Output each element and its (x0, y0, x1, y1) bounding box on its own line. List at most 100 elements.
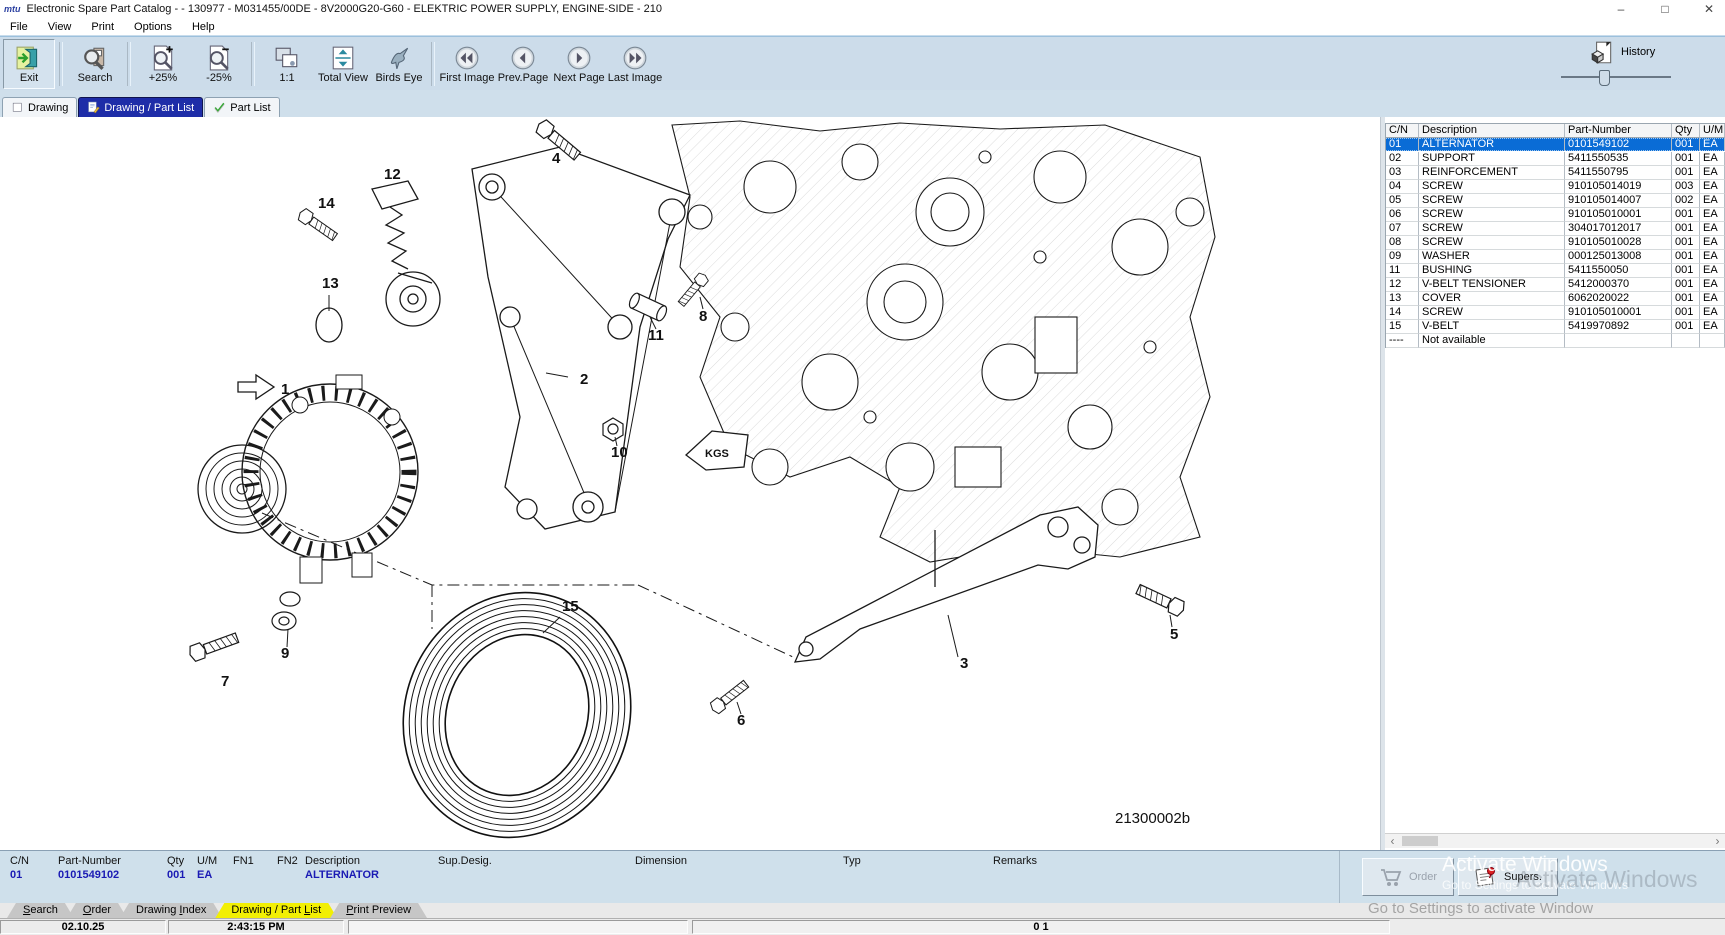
bottom-tab-print-preview[interactable]: Print Preview (330, 903, 427, 918)
column-header[interactable]: C/N (1386, 124, 1419, 138)
scroll-left-icon[interactable]: ‹ (1385, 835, 1400, 847)
table-cell: 002 (1672, 194, 1700, 208)
tab-drawing[interactable]: Drawing (2, 97, 77, 117)
table-row[interactable]: ----Not available (1386, 334, 1725, 348)
status-time: 2:43:15 PM (168, 920, 344, 934)
table-row[interactable]: 12V-BELT TENSIONER5412000370001EA (1386, 278, 1725, 292)
table-cell: 07 (1386, 222, 1419, 236)
table-row[interactable]: 03REINFORCEMENT5411550795001EA (1386, 166, 1725, 180)
exploded-parts-drawing: KGS 21300002b 123456789101112131415 (0, 117, 1380, 850)
table-row[interactable]: 07SCREW304017012017001EA (1386, 222, 1725, 236)
scroll-right-icon[interactable]: › (1710, 835, 1725, 847)
table-cell: 001 (1672, 152, 1700, 166)
tab-drawing-part-list[interactable]: Drawing / Part List (78, 97, 203, 117)
column-header[interactable]: Description (1419, 124, 1565, 138)
menu-print[interactable]: Print (81, 21, 124, 33)
table-cell: SCREW (1419, 208, 1565, 222)
table-cell: 5412000370 (1565, 278, 1672, 292)
menu-options[interactable]: Options (124, 21, 182, 33)
slider-thumb[interactable] (1599, 70, 1610, 86)
table-cell: 15 (1386, 320, 1419, 334)
callout-1: 1 (281, 381, 289, 398)
total-view-icon (330, 45, 356, 71)
total-view-button[interactable]: Total View (315, 39, 371, 89)
detail-label-typ: Typ (843, 855, 861, 867)
table-row[interactable]: 06SCREW910105010001001EA (1386, 208, 1725, 222)
mtu-logo: mtu (4, 4, 21, 14)
bolt-7 (187, 630, 239, 662)
tabs: DrawingDrawing / Part ListPart List (2, 97, 281, 117)
birds-eye-button[interactable]: Birds Eye (371, 39, 427, 89)
callout-3: 3 (960, 655, 968, 672)
menu-view[interactable]: View (38, 21, 82, 33)
toolbar-button-label: Next Page (553, 72, 604, 84)
drawing-area[interactable]: KGS 21300002b 123456789101112131415 (0, 117, 1381, 850)
column-header[interactable]: Part-Number (1565, 124, 1672, 138)
-25--button[interactable]: +25% (135, 39, 191, 89)
table-cell: SCREW (1419, 180, 1565, 194)
table-cell: EA (1700, 194, 1725, 208)
table-cell: 910105010028 (1565, 236, 1672, 250)
table-row[interactable]: 08SCREW910105010028001EA (1386, 236, 1725, 250)
1-1-button[interactable]: 1:1 (259, 39, 315, 89)
detail-label-qty: Qty (167, 855, 184, 867)
order-button[interactable]: Order (1362, 858, 1454, 896)
toolbar-button-label: Total View (318, 72, 368, 84)
table-cell: 5419970892 (1565, 320, 1672, 334)
maximize-button[interactable]: □ (1657, 2, 1673, 16)
column-header[interactable]: U/M (1700, 124, 1725, 138)
table-cell: 001 (1672, 264, 1700, 278)
menu-file[interactable]: File (0, 21, 38, 33)
prev-page-icon (510, 45, 536, 71)
table-row[interactable]: 01ALTERNATOR0101549102001EA (1386, 138, 1725, 152)
first-image-button[interactable]: First Image (439, 39, 495, 89)
table-cell: 910105014019 (1565, 180, 1672, 194)
table-cell: 5411550795 (1565, 166, 1672, 180)
table-row[interactable]: 02SUPPORT5411550535001EA (1386, 152, 1725, 166)
menu-help[interactable]: Help (182, 21, 225, 33)
zoom-slider[interactable] (1561, 72, 1671, 82)
detail-label-fn1: FN1 (233, 855, 254, 867)
scroll-thumb[interactable] (1402, 836, 1438, 846)
detail-buttons: Order Supers. (1339, 851, 1725, 904)
close-button[interactable]: ✕ (1701, 2, 1717, 16)
search-button[interactable]: Search (67, 39, 123, 89)
table-cell: 000125013008 (1565, 250, 1672, 264)
toolbar-button-label: Birds Eye (375, 72, 422, 84)
menu-bar: FileViewPrintOptionsHelp (0, 18, 1725, 36)
table-cell: EA (1700, 306, 1725, 320)
table-row[interactable]: 13COVER6062020022001EA (1386, 292, 1725, 306)
history-icon[interactable] (1589, 40, 1615, 66)
table-row[interactable]: 15V-BELT5419970892001EA (1386, 320, 1725, 334)
column-header[interactable]: Qty (1672, 124, 1700, 138)
supersession-button[interactable]: Supers. (1458, 858, 1558, 896)
bottom-tab-drawing-index[interactable]: Drawing Index (120, 903, 222, 918)
toolbar-separator (59, 42, 63, 86)
table-row[interactable]: 14SCREW910105010001001EA (1386, 306, 1725, 320)
-25--button[interactable]: -25% (191, 39, 247, 89)
bottom-tab-order[interactable]: Order (67, 903, 127, 918)
table-cell: 11 (1386, 264, 1419, 278)
bottom-tab-search[interactable]: Search (7, 903, 74, 918)
bottom-tab-bar: SearchOrderDrawing IndexDrawing / Part L… (0, 903, 1725, 919)
table-row[interactable]: 05SCREW910105014007002EA (1386, 194, 1725, 208)
tab-part-list[interactable]: Part List (204, 97, 279, 117)
table-row[interactable]: 11BUSHING5411550050001EA (1386, 264, 1725, 278)
next-page-button[interactable]: Next Page (551, 39, 607, 89)
bottom-tab-drawing-part-list[interactable]: Drawing / Part List (215, 903, 337, 918)
last-image-button[interactable]: Last Image (607, 39, 663, 89)
table-row[interactable]: 04SCREW910105014019003EA (1386, 180, 1725, 194)
detail-value: 001 (167, 869, 185, 881)
table-row[interactable]: 09WASHER000125013008001EA (1386, 250, 1725, 264)
prev-page-button[interactable]: Prev.Page (495, 39, 551, 89)
toolbar-button-label: Exit (20, 72, 38, 84)
one-to-one-icon (274, 45, 300, 71)
minimize-button[interactable]: – (1613, 2, 1629, 16)
table-cell: 910105010001 (1565, 208, 1672, 222)
table-cell (1700, 334, 1725, 348)
detail-label-fn2: FN2 (277, 855, 298, 867)
table-cell: 5411550050 (1565, 264, 1672, 278)
tensioner-figure (372, 181, 440, 326)
exit-button[interactable]: Exit (3, 39, 55, 89)
parts-table-hscrollbar[interactable]: ‹ › (1385, 833, 1725, 848)
